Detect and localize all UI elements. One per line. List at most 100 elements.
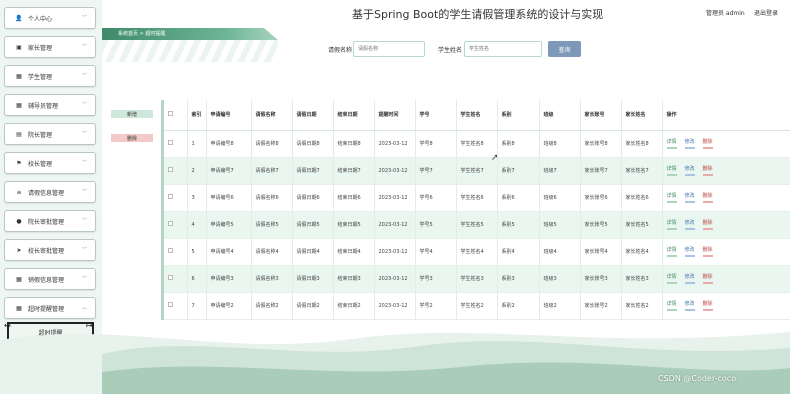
select-all-checkbox[interactable]	[168, 110, 173, 116]
edit-button[interactable]: 修改	[684, 273, 695, 284]
table-cell-end-date: 结束日期5	[333, 211, 375, 239]
table-cell-parent-acct: 家长账号6	[580, 184, 622, 212]
table-cell-dept: 系别8	[497, 130, 540, 158]
row-actions: 详情修改删除	[662, 157, 790, 185]
row-actions: 详情修改删除	[662, 184, 790, 212]
sidebar-item-1[interactable]: 👤 个人中心 ﹀	[4, 7, 96, 29]
table-cell-remind-time: 2023-03-12	[374, 130, 416, 158]
table-cell-apply-no: 申请编号7	[206, 157, 252, 185]
table-cell-student-no: 学号7	[415, 157, 457, 185]
student-name-input[interactable]	[464, 41, 542, 57]
row-checkbox[interactable]	[168, 139, 173, 145]
sidebar-item-2[interactable]: ▣ 家长管理 ﹀	[4, 36, 96, 58]
person-icon: 👤	[15, 14, 23, 22]
leave-name-label: 请假名称	[328, 47, 353, 54]
delete-button[interactable]: 删除	[702, 138, 713, 149]
row-select-cell[interactable]	[164, 238, 188, 266]
row-select-cell[interactable]	[164, 184, 188, 212]
row-checkbox[interactable]	[168, 301, 173, 307]
edit-button[interactable]: 修改	[684, 300, 695, 311]
leave-name-input[interactable]	[353, 41, 425, 57]
table-cell-leave-name: 请假名称8	[251, 130, 293, 158]
table-cell-leave-name: 请假名称2	[251, 292, 293, 320]
column-header: 索引	[187, 100, 207, 131]
sidebar-item-7[interactable]: ≡ 请假信息管理 ﹀	[4, 181, 96, 203]
table-cell-class: 班级4	[539, 238, 581, 266]
chevron-down-icon: ﹀	[81, 189, 87, 195]
row-select-cell[interactable]	[164, 292, 188, 320]
row-select-cell[interactable]	[164, 265, 188, 293]
row-select-cell[interactable]	[164, 211, 188, 239]
edit-button[interactable]: 修改	[684, 246, 695, 257]
table-cell-index: 7	[187, 292, 207, 320]
select-all-header[interactable]	[164, 100, 188, 131]
add-button[interactable]: 新增	[111, 110, 153, 118]
view-button[interactable]: 详情	[666, 246, 677, 257]
delete-button[interactable]: 删除	[702, 219, 713, 230]
delete-button[interactable]: 删除	[702, 273, 713, 284]
chevron-down-icon: ﹀	[81, 44, 87, 50]
sidebar-item-3[interactable]: ▦ 学生管理 ﹀	[4, 65, 96, 87]
view-button[interactable]: 详情	[666, 192, 677, 203]
row-select-cell[interactable]	[164, 130, 188, 158]
table-cell-leave-date: 请假日期2	[292, 292, 334, 320]
chevron-down-icon: ﹀	[81, 73, 87, 79]
table-cell-parent-name: 家长姓名5	[621, 211, 663, 239]
sidebar-item-5[interactable]: ▤ 院长管理 ﹀	[4, 123, 96, 145]
row-checkbox[interactable]	[168, 166, 173, 172]
table-cell-end-date: 结束日期6	[333, 184, 375, 212]
table-cell-parent-acct: 家长账号4	[580, 238, 622, 266]
view-button[interactable]: 详情	[666, 138, 677, 149]
batch-delete-button[interactable]: 删除	[111, 134, 153, 142]
sidebar-item-label: 校长审批管理	[28, 247, 65, 255]
row-checkbox[interactable]	[168, 193, 173, 199]
sidebar-item-11[interactable]: ▦ 超时提醒管理 ︿	[4, 297, 96, 319]
row-checkbox[interactable]	[168, 220, 173, 226]
edit-button[interactable]: 修改	[684, 138, 695, 149]
current-user: 管理员 admin	[706, 10, 745, 17]
delete-button[interactable]: 删除	[702, 300, 713, 311]
table-cell-remind-time: 2023-03-12	[374, 211, 416, 239]
view-button[interactable]: 详情	[666, 219, 677, 230]
row-checkbox[interactable]	[168, 247, 173, 253]
sidebar-item-4[interactable]: ▦ 辅导员管理 ﹀	[4, 94, 96, 116]
table-row: 3 申请编号6 请假名称6 请假日期6 结束日期6 2023-03-12 学号6 学生姓名6 系…	[164, 184, 790, 212]
edit-button[interactable]: 修改	[684, 192, 695, 203]
table-cell-dept: 系别7	[497, 157, 540, 185]
delete-button[interactable]: 删除	[702, 165, 713, 176]
table-cell-student-name: 学生姓名3	[456, 265, 498, 293]
table-cell-parent-name: 家长姓名6	[621, 184, 663, 212]
sidebar-item-label: 超时提醒管理	[28, 305, 65, 313]
logout-link[interactable]: 退出登录	[754, 8, 778, 17]
sidebar-item-10[interactable]: ▦ 销假信息管理 ﹀	[4, 268, 96, 290]
table-cell-apply-no: 申请编号2	[206, 292, 252, 320]
chevron-down-icon: ﹀	[81, 102, 87, 108]
search-button[interactable]: 查询	[548, 41, 581, 57]
sidebar-item-label: 家长管理	[28, 44, 53, 52]
table-cell-class: 班级7	[539, 157, 581, 185]
table-row: 1 申请编号8 请假名称8 请假日期8 结束日期8 2023-03-12 学号8 学生姓名8 系…	[164, 130, 790, 158]
breadcrumb-home[interactable]: 系统首页	[118, 31, 138, 37]
column-header: 请假名称	[251, 100, 293, 131]
column-header: 系别	[497, 100, 540, 131]
table-cell-index: 6	[187, 265, 207, 293]
table-cell-parent-acct: 家长账号7	[580, 157, 622, 185]
table-cell-index: 1	[187, 130, 207, 158]
sidebar-item-6[interactable]: ⚑ 校长管理 ﹀	[4, 152, 96, 174]
table-cell-student-no: 学号8	[415, 130, 457, 158]
row-checkbox[interactable]	[168, 274, 173, 280]
delete-button[interactable]: 删除	[702, 192, 713, 203]
send-icon: ➤	[16, 246, 22, 254]
view-button[interactable]: 详情	[666, 300, 677, 311]
view-button[interactable]: 详情	[666, 273, 677, 284]
sidebar-item-9[interactable]: ➤ 校长审批管理 ﹀	[4, 239, 96, 261]
page-title: 基于Spring Boot的学生请假管理系统的设计与实现	[352, 8, 604, 21]
sidebar-item-8[interactable]: ● 院长审批管理 ﹀	[4, 210, 96, 232]
edit-button[interactable]: 修改	[684, 219, 695, 230]
column-header: 申请编号	[206, 100, 252, 131]
edit-button[interactable]: 修改	[684, 165, 695, 176]
row-select-cell[interactable]	[164, 157, 188, 185]
view-button[interactable]: 详情	[666, 165, 677, 176]
delete-button[interactable]: 删除	[702, 246, 713, 257]
table-cell-dept: 系别2	[497, 292, 540, 320]
